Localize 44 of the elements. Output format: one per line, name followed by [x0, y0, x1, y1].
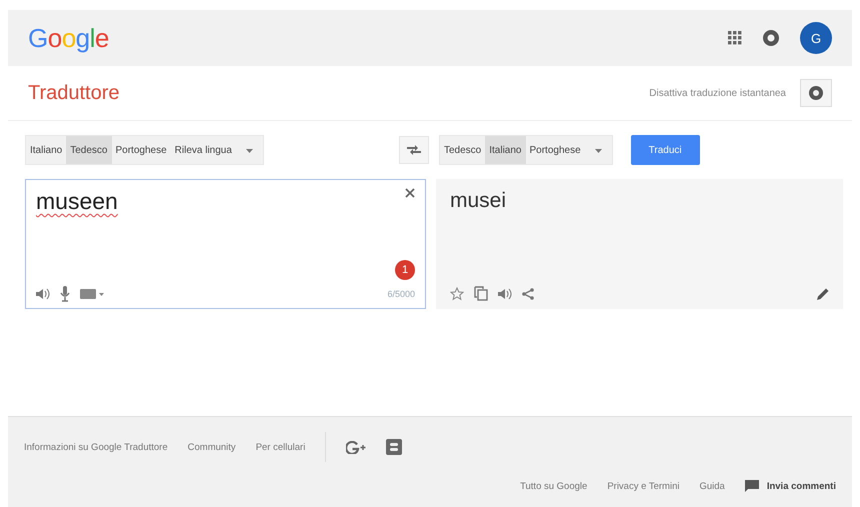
microphone-icon[interactable]: [60, 286, 70, 302]
settings-button[interactable]: [800, 79, 832, 107]
page-title: Traduttore: [28, 82, 120, 104]
language-tab[interactable]: Italiano: [26, 136, 66, 164]
blogger-icon[interactable]: [386, 439, 402, 455]
footer-link[interactable]: Guida: [699, 480, 725, 492]
translate-button[interactable]: Traduci: [630, 135, 700, 165]
speaker-icon[interactable]: [498, 288, 512, 300]
language-tab[interactable]: Portoghese: [112, 136, 171, 164]
close-icon[interactable]: [405, 188, 415, 198]
language-tab[interactable]: Rileva lingua: [170, 136, 236, 164]
speech-bubble-icon: [744, 480, 759, 492]
footer-link[interactable]: Informazioni su Google Traduttore: [24, 442, 168, 452]
footer-link[interactable]: Tutto su Google: [520, 480, 588, 492]
keyboard-icon[interactable]: [80, 289, 104, 299]
language-tab[interactable]: Italiano: [485, 136, 526, 164]
footer-link[interactable]: Privacy e Termini: [607, 480, 680, 492]
language-tab[interactable]: Portoghese: [526, 136, 585, 164]
translated-text: musei: [450, 189, 508, 214]
star-icon[interactable]: [450, 286, 464, 300]
speaker-icon[interactable]: [36, 288, 50, 300]
notification-badge[interactable]: 1: [395, 260, 415, 280]
share-icon[interactable]: [522, 288, 534, 300]
instant-translation-toggle[interactable]: Disattiva traduzione istantanea: [649, 88, 786, 98]
apps-grid-icon[interactable]: [728, 31, 742, 45]
character-count: 6/5000: [387, 289, 415, 299]
pencil-icon[interactable]: [817, 288, 829, 300]
swap-arrows-icon[interactable]: [407, 145, 421, 155]
language-tab[interactable]: Tedesco: [66, 136, 112, 164]
swap-languages-button[interactable]: [399, 136, 429, 164]
avatar[interactable]: G: [800, 22, 832, 54]
footer-link[interactable]: Community: [188, 442, 236, 452]
caret-icon[interactable]: [246, 148, 253, 152]
source-text[interactable]: museen: [36, 188, 118, 215]
google-plus-icon[interactable]: [346, 440, 366, 454]
source-text-area[interactable]: museen 1 6/5000: [25, 179, 426, 309]
footer-link[interactable]: Per cellulari: [256, 442, 306, 452]
notification-icon[interactable]: [762, 29, 780, 47]
feedback-button[interactable]: Invia commenti: [744, 480, 836, 492]
settings-icon[interactable]: [808, 85, 824, 101]
caret-icon[interactable]: [594, 148, 602, 152]
google-logo[interactable]: Google: [28, 22, 109, 54]
language-tab[interactable]: Tedesco: [440, 136, 486, 164]
copy-icon[interactable]: [474, 286, 488, 301]
